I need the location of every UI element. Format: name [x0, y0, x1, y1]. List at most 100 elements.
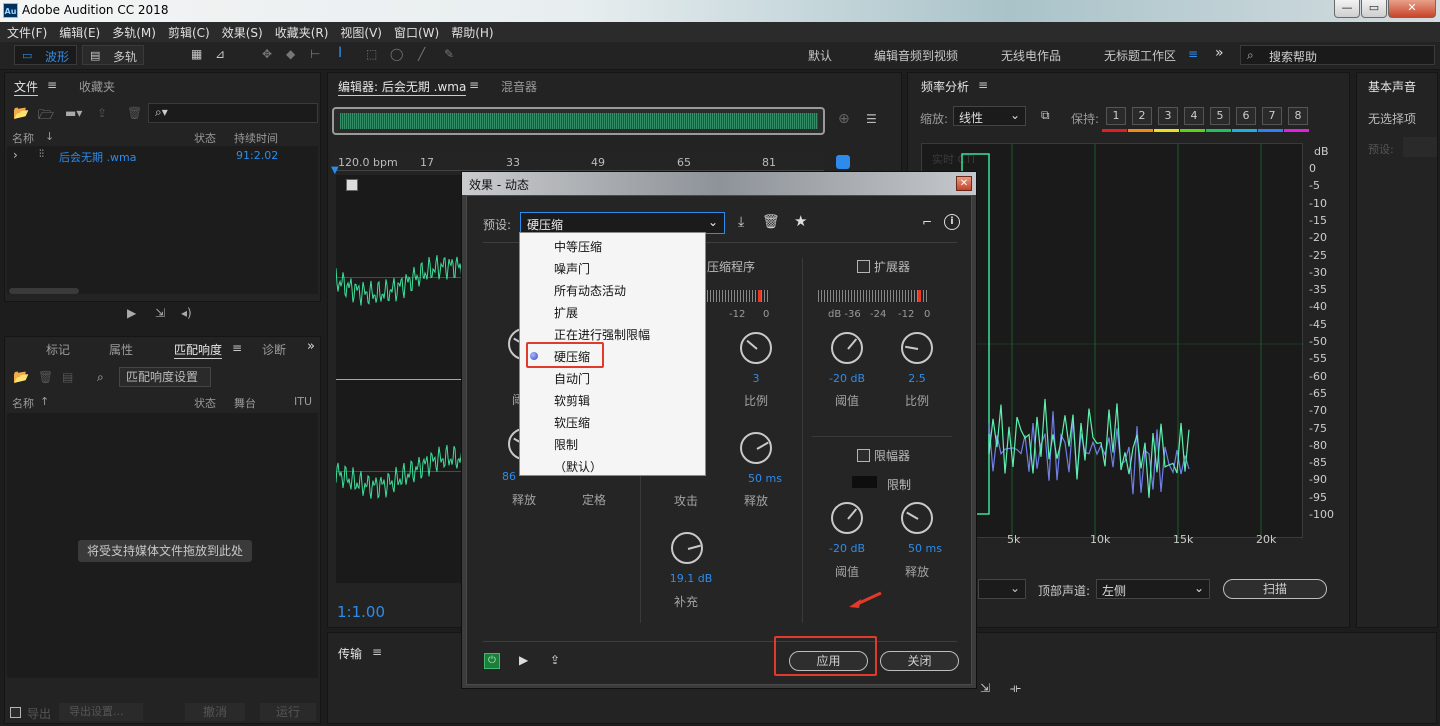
- col-name-header[interactable]: 名称: [12, 395, 34, 411]
- menu-item[interactable]: 视图(V): [333, 22, 387, 41]
- col-status-header[interactable]: 状态: [194, 130, 216, 146]
- workspace-untitled[interactable]: 无标题工作区: [1104, 47, 1176, 64]
- zoom-scale-select[interactable]: 线性 ⌄: [953, 106, 1026, 126]
- drop-area[interactable]: 将受支持媒体文件拖放到此处: [7, 413, 318, 678]
- expand-chevron-icon[interactable]: ›: [13, 148, 18, 162]
- multitrack-view-button[interactable]: ▤ 多轨: [82, 45, 144, 65]
- loop-playback-icon[interactable]: ⟛: [1010, 681, 1021, 696]
- preview-play-icon[interactable]: ▶: [519, 653, 528, 667]
- preset-select[interactable]: 硬压缩 ⌄: [520, 212, 725, 234]
- tab-editor[interactable]: 编辑器: 后会无期 .wma: [338, 78, 467, 96]
- move-tool-icon[interactable]: ✥: [262, 47, 272, 61]
- close-window-button[interactable]: ✕: [1388, 0, 1436, 18]
- delete-file-icon[interactable]: 🗑: [127, 106, 142, 120]
- favorite-star-icon[interactable]: ★: [794, 212, 807, 230]
- new-file-icon[interactable]: ▬▾: [65, 106, 82, 120]
- spectrum-graph[interactable]: 实时 CTI: [921, 143, 1304, 539]
- minimize-button[interactable]: —: [1334, 0, 1360, 18]
- menu-item[interactable]: 文件(F): [0, 22, 52, 41]
- expander-ratio-knob[interactable]: [901, 332, 933, 364]
- limiter-release-knob[interactable]: [901, 502, 933, 534]
- panel-menu-icon[interactable]: ≡: [232, 341, 242, 355]
- panel-menu-icon[interactable]: ≡: [978, 78, 988, 92]
- save-preset-icon[interactable]: ⤓: [738, 214, 744, 230]
- limiter-threshold-knob[interactable]: [831, 502, 863, 534]
- lasso-tool-icon[interactable]: ◯: [390, 47, 403, 61]
- preset-option[interactable]: 软剪辑: [554, 392, 590, 409]
- auto-play-icon[interactable]: ◂): [181, 306, 192, 320]
- open-file-icon[interactable]: 📂: [13, 106, 29, 121]
- hold-slot-button[interactable]: 8: [1288, 107, 1308, 125]
- run-button[interactable]: 运行: [260, 703, 316, 721]
- brush-tool-icon[interactable]: ╱: [418, 47, 425, 61]
- menu-item[interactable]: 窗口(W): [387, 22, 444, 41]
- workspace-more-button[interactable]: »: [1215, 45, 1224, 61]
- preset-option[interactable]: 中等压缩: [554, 238, 602, 255]
- dialog-close-icon[interactable]: ✕: [956, 176, 972, 191]
- skip-selection-icon[interactable]: ⇲: [980, 681, 990, 695]
- graph-options-icon[interactable]: ⧉: [1041, 108, 1050, 123]
- hold-slot-button[interactable]: 5: [1210, 107, 1230, 125]
- maximize-button[interactable]: ▭: [1361, 0, 1387, 18]
- match-settings-button[interactable]: 匹配响度设置: [119, 367, 211, 387]
- preset-select[interactable]: [1403, 137, 1437, 157]
- menu-item[interactable]: 编辑(E): [52, 22, 105, 41]
- workspace-radio[interactable]: 无线电作品: [1001, 47, 1061, 64]
- expander-checkbox[interactable]: [857, 260, 870, 273]
- slip-tool-icon[interactable]: ⊢: [310, 47, 320, 61]
- menu-item[interactable]: 效果(S): [215, 22, 268, 41]
- import-file-icon[interactable]: 🗁: [38, 106, 54, 128]
- preset-option[interactable]: 扩展: [554, 304, 578, 321]
- spectral-display-icon[interactable]: ▦: [191, 47, 202, 61]
- play-file-icon[interactable]: ▶: [127, 306, 136, 320]
- col-itu-header[interactable]: ITU: [294, 395, 312, 408]
- hold-slot-button[interactable]: 1: [1106, 107, 1126, 125]
- more-tabs-icon[interactable]: »: [307, 339, 315, 354]
- overview-bar[interactable]: [332, 107, 825, 135]
- tab-diagnostics[interactable]: 诊断: [262, 341, 286, 358]
- open-folder-icon[interactable]: 📂: [13, 370, 29, 385]
- makeup-knob[interactable]: [671, 532, 703, 564]
- panel-menu-icon[interactable]: ≡: [47, 78, 57, 92]
- hold-slot-button[interactable]: 7: [1262, 107, 1282, 125]
- power-toggle-icon[interactable]: ⏻: [484, 653, 500, 669]
- menu-item[interactable]: 多轨(M): [105, 22, 161, 41]
- menu-item[interactable]: 收藏夹(R): [268, 22, 334, 41]
- file-search-input[interactable]: ⌕▾: [148, 103, 318, 123]
- scan-button[interactable]: 扫描: [1223, 579, 1327, 599]
- tab-match-loudness[interactable]: 匹配响度: [174, 341, 223, 359]
- remove-icon[interactable]: 🗑: [38, 370, 53, 384]
- timeline-ruler[interactable]: 120.0 bpm 17 33 49 65 81: [334, 153, 824, 171]
- time-selection-tool-icon[interactable]: I: [338, 45, 342, 61]
- preset-option[interactable]: 限制: [554, 436, 578, 453]
- release-knob[interactable]: [740, 432, 772, 464]
- channel-select[interactable]: ⌄: [978, 579, 1026, 599]
- razor-tool-icon[interactable]: ◆: [286, 47, 295, 61]
- expander-threshold-knob[interactable]: [831, 332, 863, 364]
- col-stage-header[interactable]: 舞台: [234, 395, 256, 411]
- loop-preview-icon[interactable]: ⇪: [550, 653, 560, 667]
- panel-menu-icon[interactable]: ≡: [372, 645, 382, 659]
- export-settings-button[interactable]: 导出设置...: [59, 703, 143, 721]
- track-menu-icon[interactable]: ☰: [866, 112, 877, 126]
- horizontal-scrollbar[interactable]: [9, 288, 79, 294]
- info-icon[interactable]: i: [944, 214, 960, 230]
- tab-mixer[interactable]: 混音器: [501, 78, 537, 95]
- hold-slot-button[interactable]: 6: [1236, 107, 1256, 125]
- preset-option[interactable]: 所有动态活动: [554, 282, 626, 299]
- waveform-area[interactable]: [336, 175, 466, 583]
- routing-icon[interactable]: ⌐: [922, 215, 932, 229]
- workspace-menu-icon[interactable]: ≡: [1188, 47, 1198, 61]
- preset-option[interactable]: （默认）: [554, 458, 602, 475]
- export-checkbox[interactable]: [10, 707, 21, 718]
- workspace-edit-video[interactable]: 编辑音频到视频: [874, 47, 958, 64]
- tab-favorites[interactable]: 收藏夹: [79, 78, 115, 95]
- cancel-button[interactable]: 撤消: [185, 703, 245, 721]
- pitch-display-icon[interactable]: ⊿: [215, 47, 225, 61]
- tab-properties[interactable]: 属性: [109, 341, 133, 358]
- loop-icon[interactable]: ⇲: [155, 306, 165, 320]
- zoom-tool-icon[interactable]: ⊕: [838, 111, 850, 127]
- file-row[interactable]: › ⫶⫶ 后会无期 .wma 91:2.02: [7, 148, 318, 166]
- hud-icon[interactable]: [346, 179, 358, 191]
- tab-files[interactable]: 文件: [14, 78, 39, 96]
